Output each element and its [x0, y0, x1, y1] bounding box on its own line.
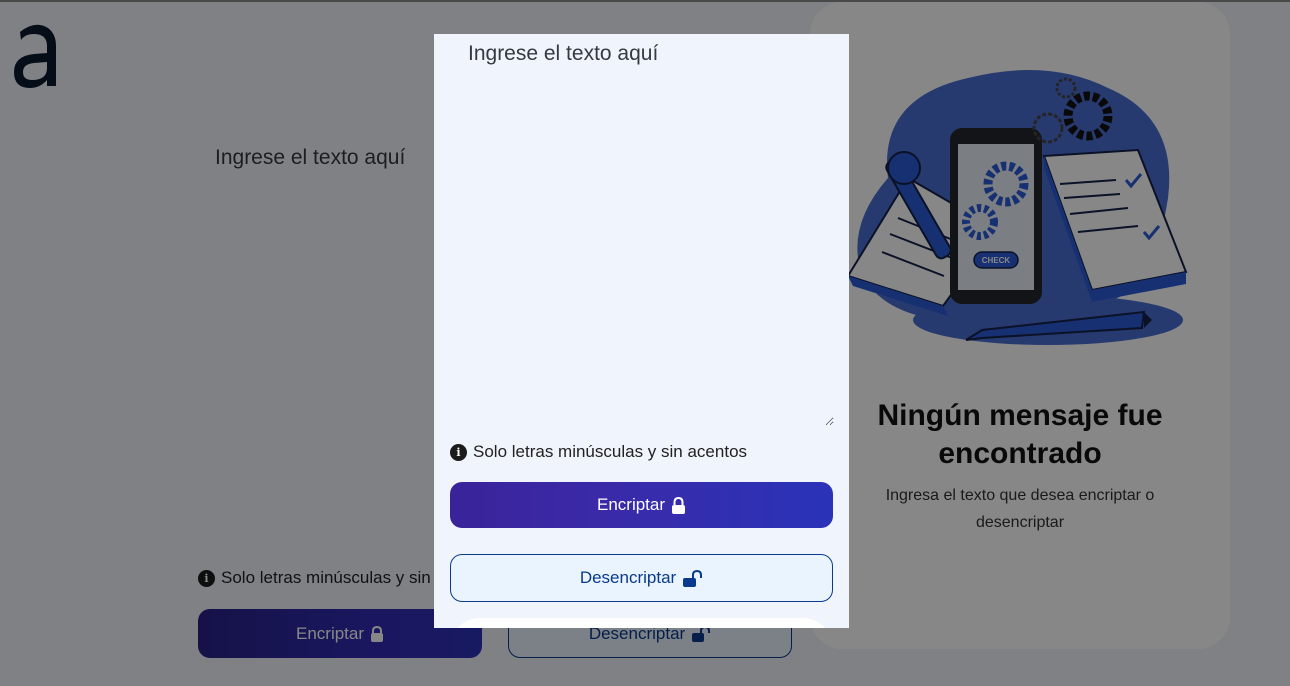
encrypt-button[interactable]: Encriptar [450, 482, 833, 528]
lock-icon [671, 496, 686, 514]
encrypt-button-label: Encriptar [596, 495, 666, 514]
result-panel-edge [450, 618, 833, 628]
info-circle-icon: i [450, 443, 467, 461]
input-hint-text: Solo letras minúsculas y sin acentos [473, 442, 748, 461]
decrypt-button-label: Desencriptar [579, 568, 677, 587]
input-hint: i Solo letras minúsculas y sin acentos [450, 442, 747, 462]
mobile-preview-modal: i Solo letras minúsculas y sin acentos E… [434, 34, 849, 628]
text-input[interactable] [450, 34, 834, 426]
decrypt-button[interactable]: Desencriptar [450, 554, 833, 602]
unlock-icon [682, 569, 703, 587]
